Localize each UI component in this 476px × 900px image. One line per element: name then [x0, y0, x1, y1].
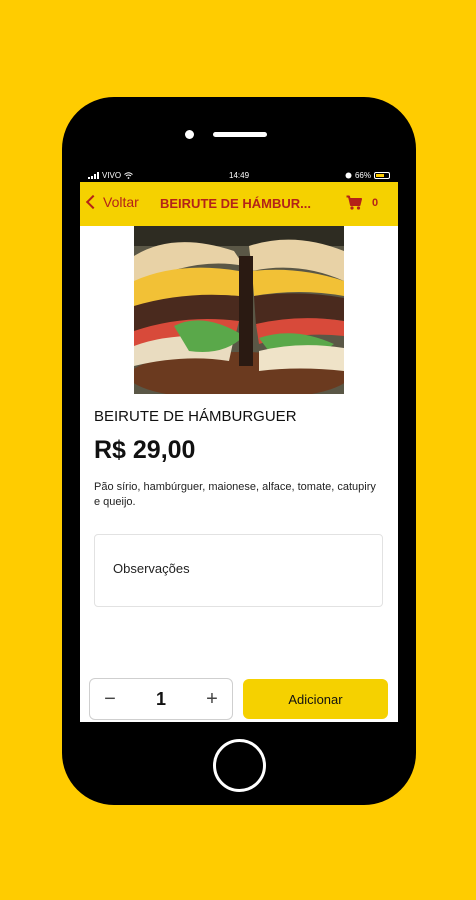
quantity-value: 1	[155, 688, 166, 709]
back-button[interactable]: Voltar	[85, 194, 139, 210]
nav-bar: Voltar BEIRUTE DE HÁMBUR... 0	[80, 182, 398, 226]
product-price: R$ 29,00	[94, 436, 196, 464]
status-bar: VIVO 14:49 66%	[80, 168, 398, 182]
cart-count-badge: 0	[372, 196, 379, 209]
add-to-cart-button[interactable]: Adicionar	[243, 679, 388, 719]
battery-level	[375, 173, 384, 177]
back-label: Voltar	[103, 194, 139, 210]
burger-photo	[134, 226, 344, 394]
page-title: BEIRUTE DE HÁMBUR...	[160, 196, 311, 211]
expand-icon	[350, 375, 364, 389]
product-image[interactable]	[134, 226, 344, 394]
signal-icon	[88, 171, 99, 179]
wifi-icon	[124, 171, 133, 179]
chevron-left-icon	[85, 194, 101, 210]
quantity-stepper: − 1 +	[89, 678, 233, 720]
increase-quantity-button[interactable]: +	[200, 689, 224, 709]
product-description: Pão sírio, hambúrguer, maionese, alface,…	[94, 481, 376, 508]
add-button-label: Adicionar	[288, 691, 343, 707]
cart-icon	[346, 195, 362, 210]
status-time: 14:49	[229, 170, 250, 180]
status-left: VIVO	[88, 171, 133, 180]
front-camera	[185, 130, 194, 139]
status-right: 66%	[345, 171, 390, 180]
product-name: BEIRUTE DE HÁMBURGUER	[94, 408, 297, 425]
battery-icon	[373, 171, 390, 179]
decrease-quantity-button[interactable]: −	[98, 689, 122, 709]
app-screen: VIVO 14:49 66% Voltar BEIRUTE DE HÁMBUR.…	[80, 168, 398, 722]
expand-image-button[interactable]	[343, 368, 371, 396]
alarm-icon	[345, 172, 352, 178]
battery-percent: 66%	[354, 170, 371, 180]
earpiece-speaker	[213, 132, 267, 137]
carrier-label: VIVO	[102, 170, 122, 180]
cart-button[interactable]: 0	[346, 195, 378, 210]
home-button[interactable]	[213, 739, 266, 792]
observations-placeholder: Observações	[113, 561, 190, 576]
observations-field[interactable]: Observações	[94, 534, 383, 607]
